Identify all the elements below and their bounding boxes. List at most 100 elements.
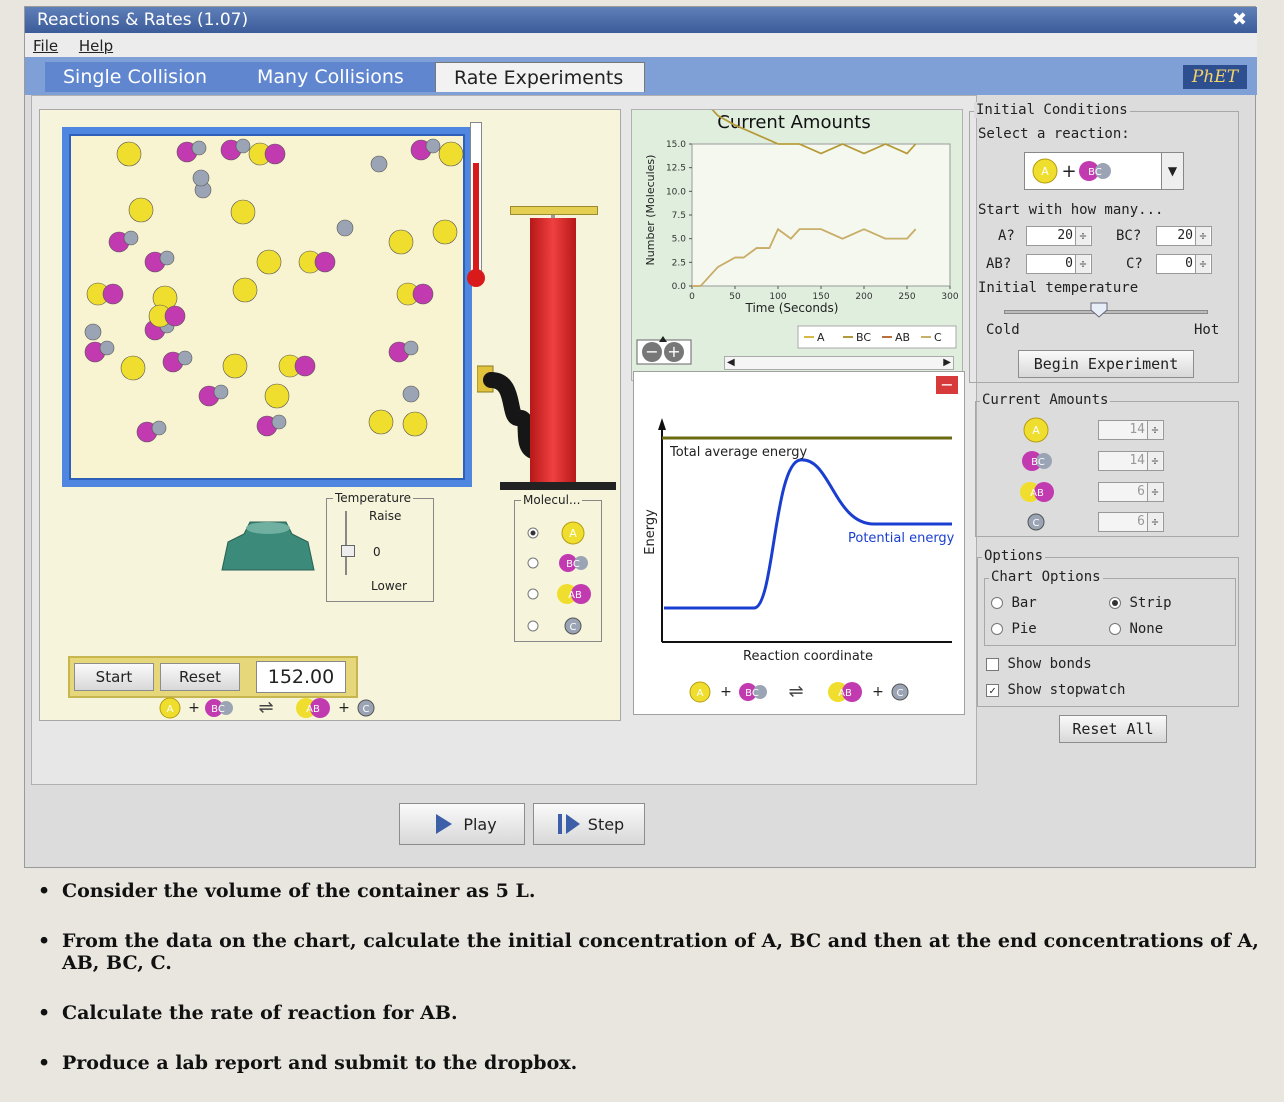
bar-option[interactable]: Bar [991,595,1037,611]
x-tick-label: 100 [769,292,786,302]
reset-button[interactable]: Reset [160,663,240,691]
x-tick-label: 200 [855,292,872,302]
a-count-input[interactable]: 20 [1026,226,1092,246]
molecule-a [264,383,290,409]
molecule-bc [410,138,441,161]
molecule-c [336,219,354,237]
select-a: A [1041,165,1049,178]
menu-file[interactable]: File [25,33,66,59]
menu-help[interactable]: Help [71,33,121,59]
molecule-options[interactable]: A BC AB C [515,501,601,641]
legend-label-ab: AB [895,331,910,344]
molecule-bc [136,420,167,443]
step-button[interactable]: Step [533,803,645,845]
tab-rate-experiments[interactable]: Rate Experiments [435,62,645,92]
temperature-slider-thumb[interactable] [341,545,355,557]
assignment-instructions: Consider the volume of the container as … [34,880,1274,1102]
step-label: Step [588,815,624,834]
x-tick-label: 300 [941,292,958,302]
tab-single-collision[interactable]: Single Collision [45,62,241,92]
molecule-bc [84,340,115,363]
show-stopwatch-checkbox[interactable]: ✓ [986,683,999,697]
none-option[interactable]: None [1109,621,1163,637]
eq-energy-ab: AB [838,688,852,699]
close-icon[interactable]: ✖ [1232,9,1247,30]
current-species-c: C [1033,518,1040,529]
scroll-left-icon[interactable]: ◀ [727,357,735,368]
phet-logo[interactable]: PhET [1183,65,1247,89]
c-count-input[interactable]: 0 [1156,254,1212,274]
window-title: Reactions & Rates (1.07) [37,10,249,30]
reaction-coordinate-label: Reaction coordinate [743,649,873,664]
bc-count-input[interactable]: 20 [1156,226,1212,246]
tab-many-collisions[interactable]: Many Collisions [239,62,435,92]
pie-option[interactable]: Pie [991,621,1037,637]
initial-temperature-thumb[interactable] [1090,302,1108,318]
y-tick-label: 10.0 [666,187,686,197]
molecule-ab [278,354,316,378]
reaction-select[interactable]: A + BC ▼ [1024,152,1184,190]
molecule-a [116,141,142,167]
show-stopwatch-option[interactable]: ✓ Show stopwatch [986,682,1125,698]
molecule-a [232,277,258,303]
show-bonds-checkbox[interactable] [986,657,999,671]
eq-left-ab: AB [306,704,320,715]
chart-title: Current Amounts [717,112,870,133]
y-tick-label: 2.5 [672,258,686,268]
stopwatch-controls: Start Reset 152.00 [68,656,358,698]
strip-radio[interactable] [1109,597,1121,609]
svg-text:−: − [940,375,953,394]
chart-plot-area [691,143,951,287]
show-bonds-option[interactable]: Show bonds [986,656,1092,672]
eq-left-plus-2: + [338,700,350,716]
molecule-bc [162,350,193,373]
current-amounts-title: Current Amounts [980,392,1111,408]
svg-text:+: + [667,342,680,361]
scroll-right-icon[interactable]: ▶ [943,357,951,368]
bar-label: Bar [1011,595,1037,611]
start-button[interactable]: Start [74,663,154,691]
molecule-bc [198,384,229,407]
field-label-c: C? [1126,256,1143,272]
molecules-layer [84,138,464,443]
select-bc: BC [1088,167,1102,178]
current-a-value: 14 [1098,420,1164,440]
options-title: Options [982,548,1046,564]
zoom-controls[interactable]: − + [636,336,692,366]
heater-weight-icon [221,521,315,571]
chevron-down-icon[interactable]: ▼ [1161,153,1183,189]
initial-conditions-title: Initial Conditions [974,102,1130,118]
play-button[interactable]: Play [399,803,525,845]
ab-count-input[interactable]: 0 [1026,254,1092,274]
instruction-item: Consider the volume of the container as … [34,880,1274,902]
temperature-zero-label: 0 [373,545,381,559]
current-amounts-chart-panel: Current Amounts Number (Molecules) Time … [631,95,963,381]
total-energy-label: Total average energy [669,445,807,460]
molecule-a [120,355,146,381]
current-species-ab: AB [1030,488,1044,499]
molecule-a [368,409,394,435]
current-c-value: 6 [1098,512,1164,532]
pie-radio[interactable] [991,623,1003,635]
begin-experiment-button[interactable]: Begin Experiment [1018,350,1194,378]
pump-body[interactable] [530,218,576,482]
reaction-equation-energy: A + BC ⇌ AB + C [689,681,909,703]
bar-radio[interactable] [991,597,1003,609]
chart-ylabel: Number (Molecules) [644,155,657,266]
strip-option[interactable]: Strip [1109,595,1172,611]
molecule-a [388,229,414,255]
chart-scrollbar[interactable]: ◀ ▶ [724,356,954,370]
thermometer [467,122,485,287]
control-panel: Initial Conditions Select a reaction: A … [969,97,1241,743]
pump-handle[interactable] [510,206,598,215]
none-radio[interactable] [1109,623,1121,635]
title-bar: Reactions & Rates (1.07) ✖ [25,7,1257,33]
molecule-c [370,155,388,173]
menu-bar: File Help [25,33,1257,57]
thermometer-fill [473,163,479,281]
initial-temperature-label: Initial temperature [978,280,1139,296]
hot-label: Hot [1194,322,1220,338]
molecules-title: Molecul... [521,493,583,507]
reset-all-button[interactable]: Reset All [1059,715,1167,743]
stopwatch-readout: 152.00 [256,661,346,693]
